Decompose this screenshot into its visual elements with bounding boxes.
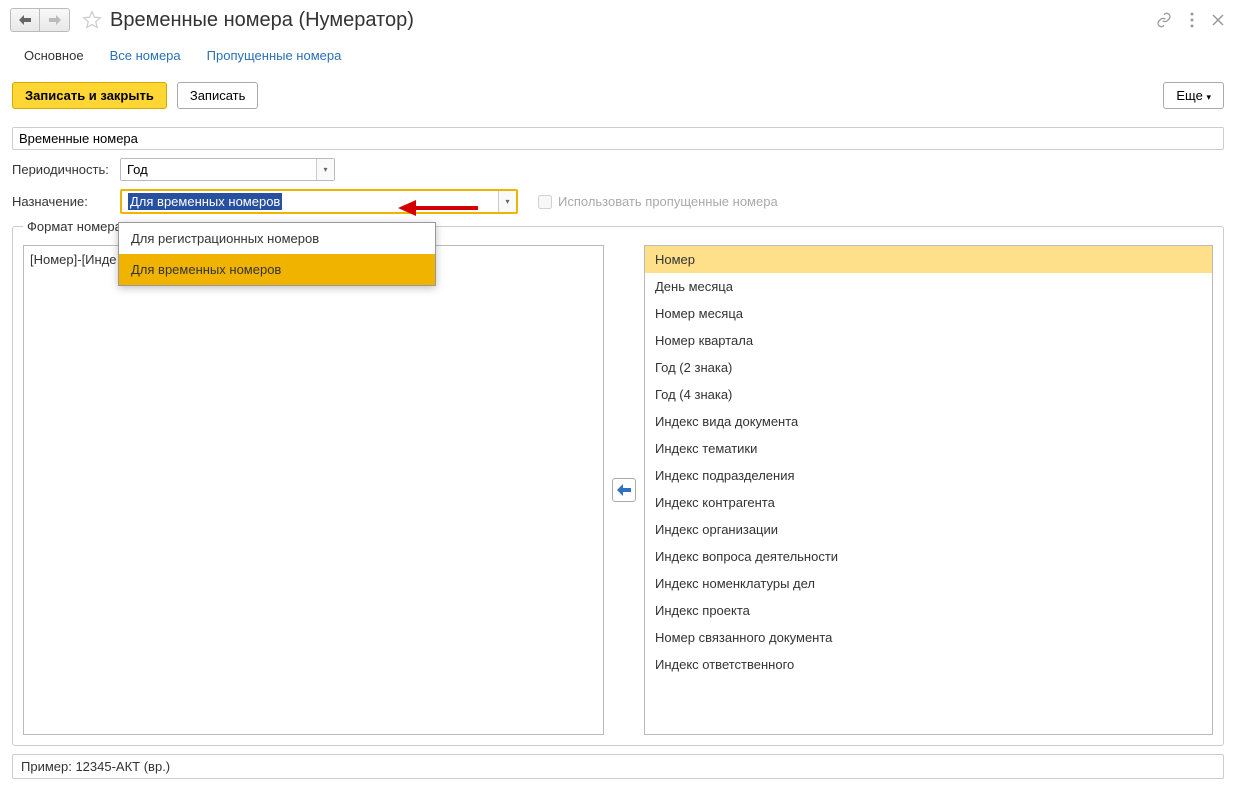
- list-item[interactable]: Индекс ответственного: [645, 651, 1212, 678]
- list-item[interactable]: День месяца: [645, 273, 1212, 300]
- list-item[interactable]: Индекс номенклатуры дел: [645, 570, 1212, 597]
- purpose-select-wrap: Для временных номеров ▾: [120, 189, 518, 214]
- list-item[interactable]: Индекс вопроса деятельности: [645, 543, 1212, 570]
- favorite-star-icon[interactable]: [82, 10, 102, 30]
- purpose-dropdown-list: Для регистрационных номеров Для временны…: [118, 222, 436, 286]
- save-button[interactable]: Записать: [177, 82, 259, 109]
- list-item[interactable]: Год (2 знака): [645, 354, 1212, 381]
- purpose-label: Назначение:: [12, 194, 114, 209]
- list-item[interactable]: Индекс проекта: [645, 597, 1212, 624]
- list-item[interactable]: Индекс контрагента: [645, 489, 1212, 516]
- dropdown-option-temporary[interactable]: Для временных номеров: [119, 254, 435, 285]
- arrow-right-icon: [49, 15, 61, 25]
- list-item[interactable]: Индекс организации: [645, 516, 1212, 543]
- chevron-down-icon: ▾: [1206, 92, 1211, 102]
- periodicity-dropdown-button[interactable]: ▾: [316, 159, 334, 180]
- use-skipped-checkbox: [538, 195, 552, 209]
- more-button[interactable]: Еще ▾: [1163, 82, 1224, 109]
- arrow-left-icon: [617, 484, 631, 496]
- format-text-area[interactable]: [Номер]-[Инде: [23, 245, 604, 735]
- periodicity-label: Периодичность:: [12, 162, 114, 177]
- close-icon[interactable]: [1210, 12, 1226, 28]
- page-title: Временные номера (Нумератор): [110, 9, 414, 32]
- list-item[interactable]: Индекс тематики: [645, 435, 1212, 462]
- list-item[interactable]: Номер: [645, 246, 1212, 273]
- kebab-menu-icon[interactable]: [1188, 10, 1196, 30]
- tab-main[interactable]: Основное: [12, 40, 96, 68]
- format-group-title: Формат номера: [23, 219, 126, 234]
- arrow-left-icon: [19, 15, 31, 25]
- tab-all-numbers[interactable]: Все номера: [98, 40, 193, 68]
- use-skipped-label: Использовать пропущенные номера: [558, 194, 778, 209]
- example-output: Пример: 12345-АКТ (вр.): [12, 754, 1224, 779]
- placeholders-list: Номер День месяца Номер месяца Номер ква…: [644, 245, 1213, 735]
- back-button[interactable]: [10, 8, 40, 32]
- tab-skipped[interactable]: Пропущенные номера: [195, 40, 354, 68]
- purpose-dropdown-button[interactable]: ▾: [498, 191, 516, 212]
- list-item[interactable]: Индекс подразделения: [645, 462, 1212, 489]
- periodicity-select[interactable]: [121, 159, 316, 180]
- tab-bar: Основное Все номера Пропущенные номера: [0, 40, 1236, 68]
- list-item[interactable]: Номер квартала: [645, 327, 1212, 354]
- format-group: Формат номера [Номер]-[Инде Номер День м…: [12, 226, 1224, 746]
- list-item[interactable]: Номер связанного документа: [645, 624, 1212, 651]
- name-input[interactable]: [12, 127, 1224, 150]
- save-and-close-button[interactable]: Записать и закрыть: [12, 82, 167, 109]
- purpose-select[interactable]: Для временных номеров: [122, 191, 498, 212]
- list-item[interactable]: Номер месяца: [645, 300, 1212, 327]
- dropdown-option-registration[interactable]: Для регистрационных номеров: [119, 223, 435, 254]
- list-item[interactable]: Индекс вида документа: [645, 408, 1212, 435]
- list-item[interactable]: Год (4 знака): [645, 381, 1212, 408]
- move-left-button[interactable]: [612, 478, 636, 502]
- link-icon[interactable]: [1154, 10, 1174, 30]
- forward-button[interactable]: [40, 8, 70, 32]
